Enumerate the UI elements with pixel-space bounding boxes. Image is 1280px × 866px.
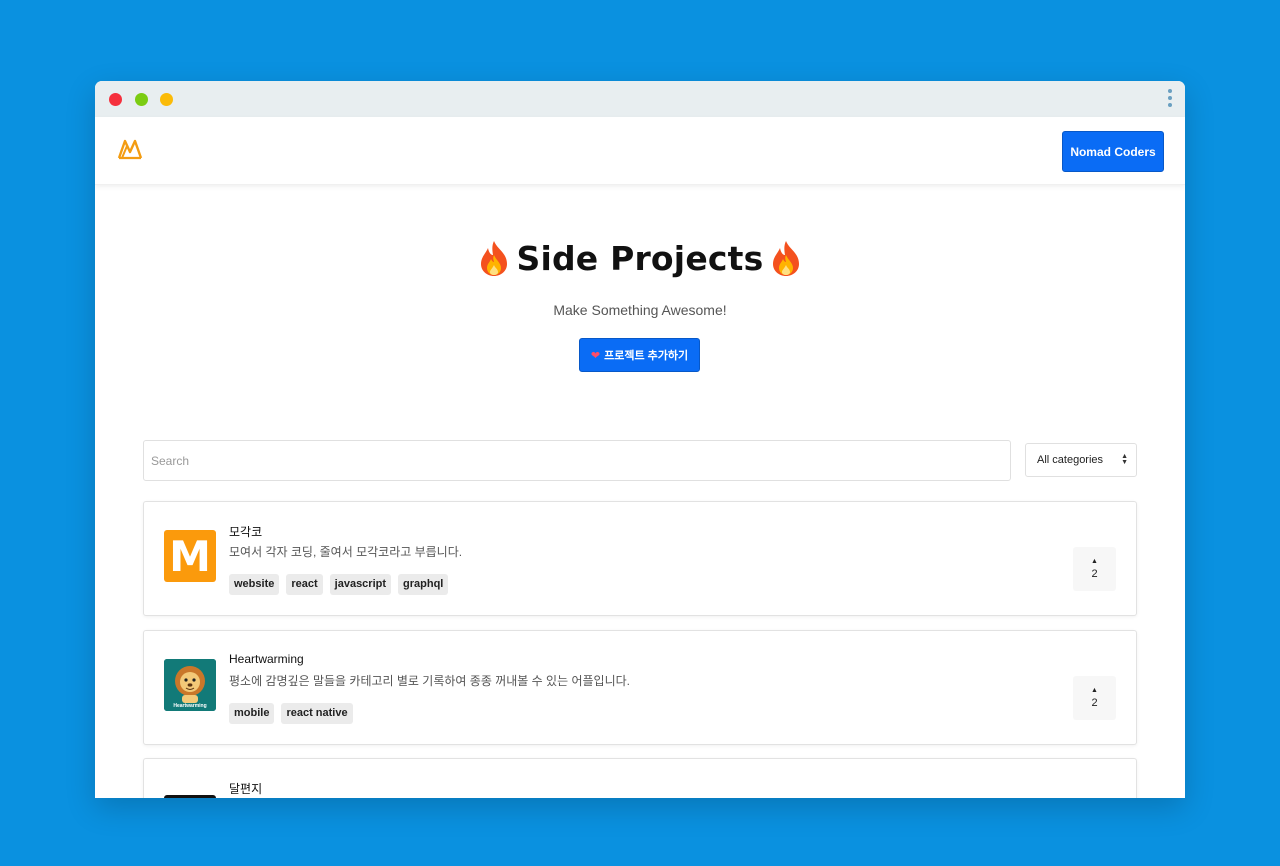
upvote-arrow-icon: ▲: [1091, 558, 1098, 565]
add-project-button[interactable]: ❤ 프로젝트 추가하기: [579, 338, 700, 372]
maximize-window-dot[interactable]: [160, 93, 173, 106]
category-select[interactable]: All categories ▲ ▼: [1025, 443, 1137, 477]
vote-count: 2: [1091, 697, 1098, 709]
browser-window: Nomad Coders Side Projects Make Somethin…: [95, 81, 1185, 798]
top-navbar: Nomad Coders: [95, 117, 1185, 185]
category-selected-value: All categories: [1037, 454, 1104, 466]
upvote-button[interactable]: ▲ 2: [1073, 676, 1116, 720]
fire-icon: [480, 241, 507, 276]
project-card[interactable]: Heartwarming Heartwarming 평소에 감명깊은 말들을 카…: [143, 630, 1137, 745]
nomad-logo-icon[interactable]: [117, 138, 143, 160]
nomad-coders-button[interactable]: Nomad Coders: [1062, 131, 1164, 172]
project-tags: mobile react native: [229, 703, 353, 724]
project-name[interactable]: 달편지: [229, 780, 262, 797]
tag[interactable]: website: [229, 574, 280, 595]
upvote-arrow-icon: ▲: [1091, 687, 1098, 694]
page-title-text: Side Projects: [516, 239, 764, 278]
tag[interactable]: mobile: [229, 703, 275, 724]
tag[interactable]: react native: [281, 703, 353, 724]
upvote-button[interactable]: ▲ 2: [1073, 547, 1116, 591]
project-description: 평소에 감명깊은 말들을 카테고리 별로 기록하여 종종 꺼내볼 수 있는 어플…: [229, 674, 630, 688]
project-name[interactable]: 모각코: [229, 523, 262, 540]
close-window-dot[interactable]: [109, 93, 122, 106]
tag[interactable]: graphql: [398, 574, 449, 595]
add-project-label: 프로젝트 추가하기: [604, 350, 689, 362]
more-options-icon[interactable]: [1167, 89, 1173, 109]
minimize-window-dot[interactable]: [135, 93, 148, 106]
tag[interactable]: javascript: [329, 574, 392, 595]
fire-icon: [773, 241, 800, 276]
project-thumbnail: [164, 795, 216, 798]
project-card[interactable]: 달편지: [143, 758, 1137, 798]
heart-icon: ❤: [590, 349, 601, 362]
project-card[interactable]: M 모각코 모여서 각자 코딩, 줄여서 모각코라고 부릅니다. website…: [143, 501, 1137, 616]
select-caret-icon: ▲ ▼: [1121, 453, 1128, 466]
project-name[interactable]: Heartwarming: [229, 652, 304, 666]
thumbnail-caption: Heartwarming: [173, 703, 207, 709]
vote-count: 2: [1091, 568, 1098, 580]
project-thumbnail: Heartwarming: [164, 659, 216, 711]
project-thumbnail: M: [164, 530, 216, 582]
window-titlebar: [95, 81, 1185, 117]
page-title: Side Projects: [95, 239, 1185, 278]
search-input[interactable]: [143, 440, 1011, 481]
tag[interactable]: react: [286, 574, 323, 595]
project-description: 모여서 각자 코딩, 줄여서 모각코라고 부릅니다.: [229, 545, 463, 559]
project-tags: website react javascript graphql: [229, 574, 449, 595]
thumbnail-letter: M: [169, 531, 211, 581]
page-subtitle: Make Something Awesome!: [553, 302, 727, 318]
